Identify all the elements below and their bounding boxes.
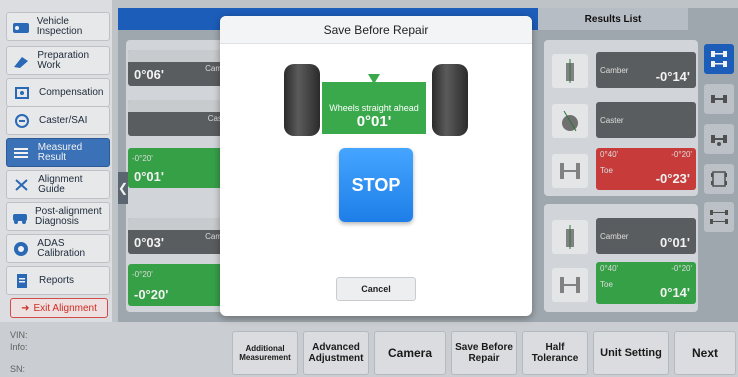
save-before-repair-dialog: Save Before Repair Wheels straight ahead… [220,16,532,316]
cancel-button[interactable]: Cancel [336,277,416,301]
wheels-straight-label: Wheels straight ahead [329,102,419,113]
right-tire-icon [432,64,468,136]
alignment-marker-icon [322,74,426,100]
left-tire-icon [284,64,320,136]
wheels-straight-value: 0°01' [356,112,392,130]
stop-button[interactable]: STOP [339,148,413,222]
wheels-straight-indicator: Wheels straight ahead 0°01' [322,98,426,134]
dialog-title: Save Before Repair [220,16,532,44]
